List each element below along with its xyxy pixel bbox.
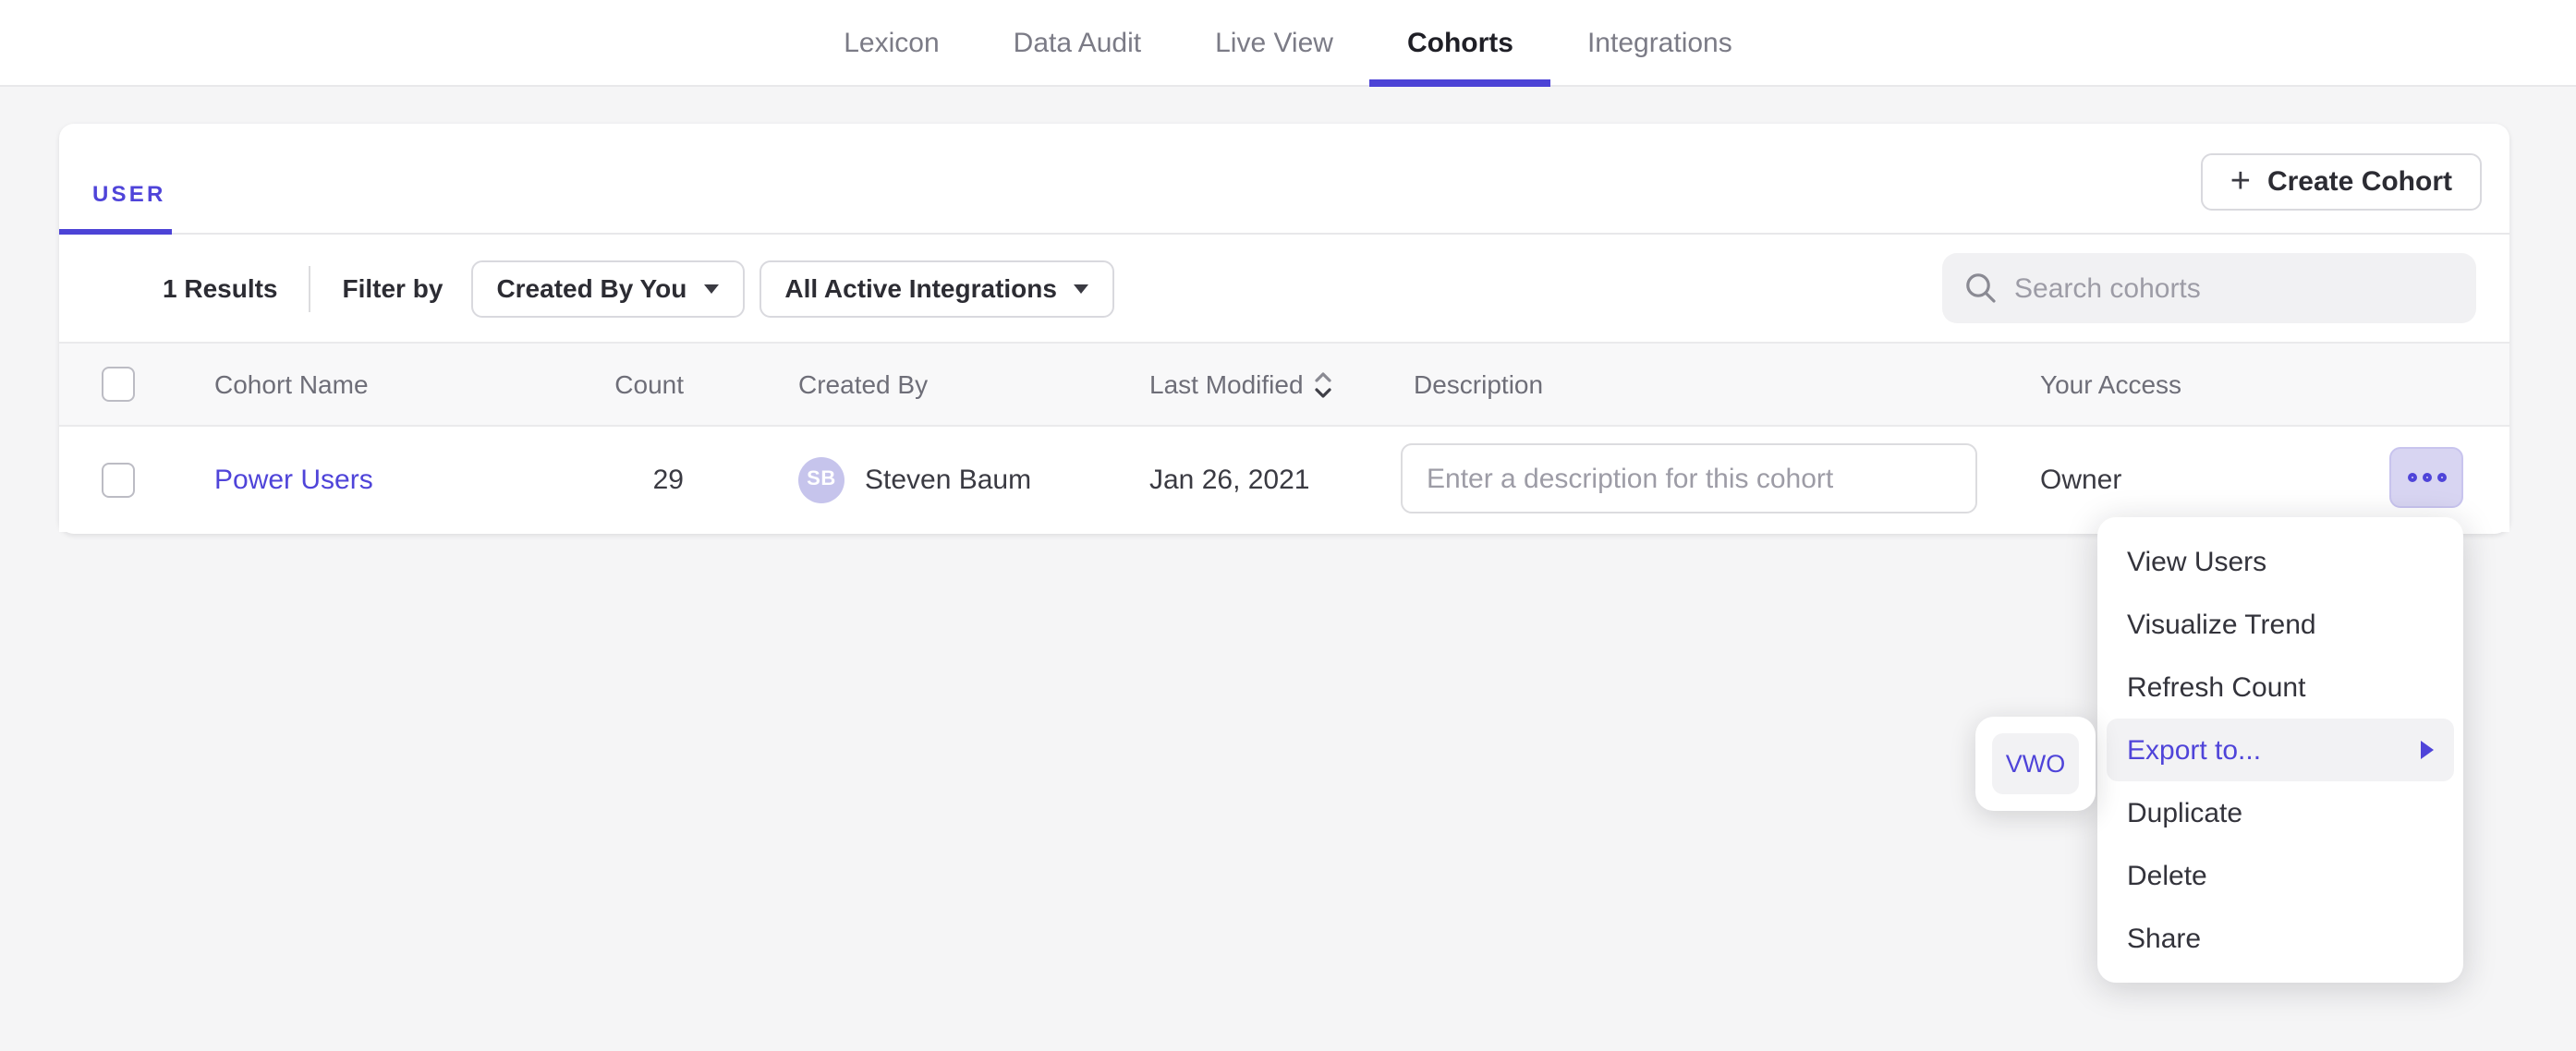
- create-cohort-label: Create Cohort: [2267, 166, 2452, 198]
- search-input[interactable]: [2014, 272, 2454, 304]
- create-cohort-button[interactable]: + Create Cohort: [2201, 153, 2482, 211]
- export-to-label: Export to...: [2127, 734, 2261, 766]
- ellipsis-icon: [2436, 473, 2446, 482]
- menu-item-view-users[interactable]: View Users: [2107, 530, 2454, 593]
- results-count: 1 Results: [163, 273, 278, 303]
- select-all-checkbox[interactable]: [102, 367, 135, 402]
- export-submenu: VWO: [1975, 717, 2096, 811]
- nav-tab-lexicon[interactable]: Lexicon: [807, 0, 976, 85]
- column-header-created-by: Created By: [798, 369, 928, 399]
- row-context-menu: View Users Visualize Trend Refresh Count…: [2097, 517, 2463, 983]
- submenu-item-vwo[interactable]: VWO: [1992, 733, 2079, 794]
- menu-item-duplicate[interactable]: Duplicate: [2107, 781, 2454, 844]
- ellipsis-icon: [2422, 473, 2431, 482]
- last-modified-label: Last Modified: [1149, 369, 1304, 399]
- ellipsis-icon: [2407, 473, 2416, 482]
- column-header-cohort-name: Cohort Name: [214, 369, 369, 399]
- chevron-down-icon: [703, 284, 718, 293]
- menu-item-refresh-count[interactable]: Refresh Count: [2107, 656, 2454, 719]
- panel-header: USER + Create Cohort: [59, 124, 2509, 235]
- filter-toolbar: 1 Results Filter by Created By You All A…: [59, 235, 2509, 342]
- creator-name: Steven Baum: [865, 464, 1031, 495]
- menu-item-delete[interactable]: Delete: [2107, 844, 2454, 907]
- menu-item-export-to[interactable]: Export to...: [2107, 719, 2454, 781]
- search-cohorts-box: [1942, 253, 2476, 323]
- row-actions-button[interactable]: [2389, 447, 2463, 508]
- menu-item-share[interactable]: Share: [2107, 907, 2454, 970]
- submenu-arrow-icon: [2421, 741, 2434, 759]
- chevron-down-icon: [1074, 284, 1088, 293]
- avatar: SB: [798, 456, 844, 502]
- row-checkbox[interactable]: [102, 462, 135, 497]
- integrations-filter-dropdown[interactable]: All Active Integrations: [759, 260, 1114, 317]
- column-header-description: Description: [1414, 369, 1543, 399]
- nav-tab-data-audit[interactable]: Data Audit: [977, 0, 1178, 85]
- column-header-last-modified[interactable]: Last Modified: [1149, 369, 1333, 399]
- menu-item-visualize-trend[interactable]: Visualize Trend: [2107, 593, 2454, 656]
- column-header-your-access: Your Access: [2040, 369, 2181, 399]
- sort-icon: [1315, 370, 1333, 398]
- description-input[interactable]: [1401, 443, 1977, 513]
- table-row: Power Users 29 SB Steven Baum Jan 26, 20…: [59, 427, 2509, 532]
- integrations-filter-label: All Active Integrations: [784, 273, 1057, 303]
- column-header-count: Count: [529, 369, 684, 399]
- cohorts-panel: USER + Create Cohort 1 Results Filter by…: [59, 124, 2509, 534]
- created-by-filter-dropdown[interactable]: Created By You: [470, 260, 744, 317]
- top-navigation: Lexicon Data Audit Live View Cohorts Int…: [0, 0, 2576, 87]
- vertical-divider: [310, 265, 311, 311]
- app-viewport: Lexicon Data Audit Live View Cohorts Int…: [0, 0, 2576, 1051]
- access-value: Owner: [2040, 464, 2121, 495]
- nav-tabs: Lexicon Data Audit Live View Cohorts Int…: [807, 0, 1769, 85]
- nav-tab-integrations[interactable]: Integrations: [1550, 0, 1769, 85]
- created-by-cell: SB Steven Baum: [798, 456, 1031, 502]
- filter-by-label: Filter by: [343, 273, 444, 303]
- created-by-filter-label: Created By You: [496, 273, 687, 303]
- last-modified-date: Jan 26, 2021: [1149, 464, 1310, 495]
- tab-user[interactable]: USER: [92, 181, 166, 207]
- cohort-name-link[interactable]: Power Users: [214, 464, 373, 495]
- plus-icon: +: [2230, 164, 2251, 199]
- nav-tab-live-view[interactable]: Live View: [1178, 0, 1370, 85]
- cohort-count: 29: [529, 464, 684, 495]
- nav-tab-cohorts[interactable]: Cohorts: [1370, 0, 1550, 85]
- table-header-row: Cohort Name Count Created By Last Modifi…: [59, 342, 2509, 427]
- search-icon: [1964, 272, 1998, 305]
